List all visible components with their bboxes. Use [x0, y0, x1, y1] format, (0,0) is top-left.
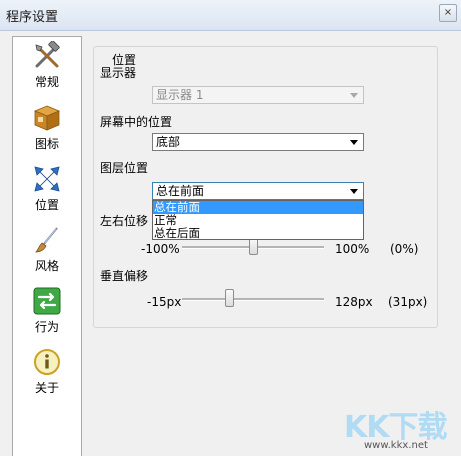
info-icon — [34, 349, 60, 375]
screen-position-select[interactable]: 底部 — [152, 133, 364, 151]
dropdown-option[interactable]: 总在后面 — [153, 227, 363, 240]
settings-window: 程序设置 × 常规 图标 位置 风格 行为 关于 位置 显示器 显示器 1 屏幕… — [0, 0, 461, 456]
display-label: 显示器 — [100, 66, 137, 80]
layer-position-dropdown: 总在前面 正常 总在后面 — [152, 200, 364, 240]
watermark-logo: KK下载 www.kkx.net — [340, 400, 460, 456]
chevron-down-icon — [350, 189, 358, 194]
sidebar-item-style[interactable]: 风格 — [13, 225, 81, 281]
layer-position-label: 图层位置 — [100, 161, 149, 175]
sidebar-item-label: 常规 — [34, 75, 59, 89]
vertical-offset-max: 128px — [335, 295, 373, 309]
title-bar[interactable]: 程序设置 × — [0, 0, 461, 31]
sidebar-item-label: 行为 — [34, 320, 59, 334]
vertical-offset-thumb[interactable] — [224, 289, 234, 307]
sidebar-item-icons[interactable]: 图标 — [13, 103, 81, 159]
horizontal-offset-min: -100% — [141, 242, 180, 256]
sidebar-item-position[interactable]: 位置 — [13, 164, 81, 220]
chevron-down-icon — [350, 140, 358, 145]
sidebar-item-label: 位置 — [34, 198, 59, 212]
screen-position-label: 屏幕中的位置 — [100, 115, 173, 129]
layer-position-select[interactable]: 总在前面 — [152, 182, 364, 200]
sidebar-item-about[interactable]: 关于 — [13, 347, 81, 403]
arrows-icon — [34, 166, 60, 192]
display-select[interactable]: 显示器 1 — [152, 86, 364, 104]
brush-icon — [35, 227, 58, 253]
sidebar-item-behavior[interactable]: 行为 — [13, 286, 81, 342]
window-title: 程序设置 — [6, 10, 59, 25]
vertical-offset-label: 垂直偏移 — [100, 269, 149, 283]
box-icon — [33, 105, 61, 131]
horizontal-offset-label: 左右位移 — [100, 214, 149, 228]
sidebar-item-general[interactable]: 常规 — [13, 41, 81, 97]
sidebar-item-label: 关于 — [34, 381, 59, 395]
switch-icon — [33, 287, 61, 315]
vertical-offset-min: -15px — [147, 295, 182, 309]
sidebar-item-label: 风格 — [34, 259, 59, 273]
sidebar-nav: 常规 图标 位置 风格 行为 关于 — [12, 36, 82, 456]
display-select-value: 显示器 1 — [156, 88, 204, 102]
vertical-offset-current: (31px) — [388, 295, 428, 309]
dropdown-option[interactable]: 总在前面 — [153, 201, 363, 214]
horizontal-offset-max: 100% — [335, 242, 370, 256]
layer-position-value: 总在前面 — [156, 184, 205, 198]
close-button[interactable]: × — [439, 4, 457, 22]
sidebar-item-label: 图标 — [34, 137, 59, 151]
horizontal-offset-current: (0%) — [390, 242, 419, 256]
tools-icon — [35, 41, 60, 68]
screen-position-value: 底部 — [156, 135, 181, 149]
watermark-url: www.kkx.net — [364, 440, 428, 451]
vertical-offset-track[interactable] — [182, 298, 324, 301]
chevron-down-icon — [350, 93, 358, 98]
